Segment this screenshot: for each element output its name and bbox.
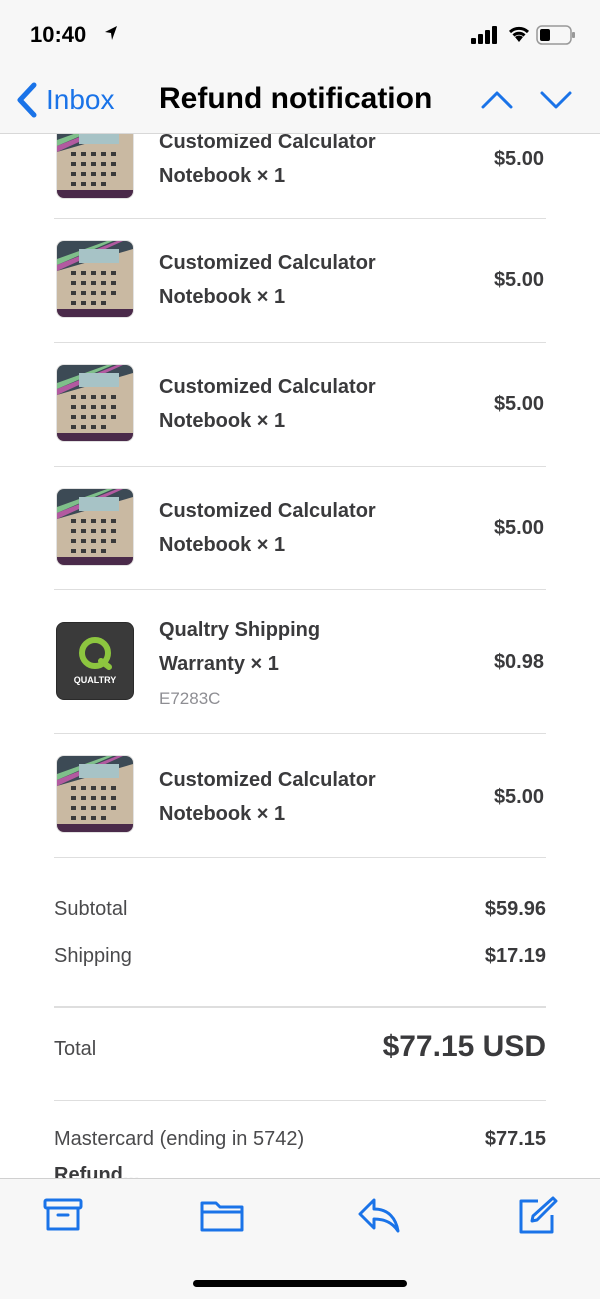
list-item: QUALTRY Qualtry Shipping Warranty × 1 E7…	[54, 589, 546, 734]
qualtry-logo: QUALTRY	[57, 623, 133, 699]
list-item: Customized Calculator Notebook × 1 $5.00	[54, 134, 546, 219]
product-price: $5.00	[493, 786, 544, 808]
product-thumbnail: QUALTRY	[56, 622, 134, 700]
product-name-line2: Notebook × 1	[159, 534, 286, 556]
product-name-line1: Customized Calculator	[159, 252, 376, 274]
product-name: Customized Calculator Notebook × 1	[159, 246, 429, 314]
calculator-notebook-image	[57, 489, 133, 565]
calculator-notebook-image	[57, 134, 133, 198]
status-time: 10:40	[30, 22, 87, 47]
divider	[54, 1100, 546, 1101]
product-name-line1: Customized Calculator	[159, 500, 376, 522]
product-thumbnail	[56, 134, 134, 199]
product-name: Customized Calculator Notebook × 1	[159, 370, 429, 438]
reply-icon[interactable]	[356, 1195, 402, 1235]
cellular-signal-icon	[471, 26, 497, 44]
shipping-label: Shipping	[54, 945, 132, 967]
payment-method-label: Mastercard (ending in 5742)	[54, 1128, 305, 1150]
total-label: Total	[54, 1038, 97, 1060]
email-body[interactable]: Customized Calculator Notebook × 1 $5.00	[0, 134, 600, 1178]
product-name: Qualtry Shipping Warranty × 1	[159, 613, 429, 681]
navigation-bar: Inbox Refund notification	[0, 70, 600, 134]
product-name-line2: Notebook × 1	[159, 803, 286, 825]
chevron-left-icon	[17, 82, 37, 118]
battery-icon	[536, 25, 575, 45]
list-item: Customized Calculator Notebook × 1 $5.00	[54, 733, 546, 858]
back-to-inbox-button[interactable]: Inbox	[16, 80, 115, 120]
total-value: $77.15 USD	[382, 1030, 546, 1063]
list-item: Customized Calculator Notebook × 1 $5.00	[54, 466, 546, 590]
divider	[54, 1006, 546, 1008]
calculator-notebook-image	[57, 756, 133, 832]
shipping-value: $17.19	[484, 945, 546, 967]
product-thumbnail	[56, 364, 134, 442]
payment-value: $77.15	[484, 1128, 546, 1150]
product-name: Customized Calculator Notebook × 1	[159, 134, 429, 193]
refund-label-partial: Refund...	[54, 1164, 140, 1178]
subtotal-row: Subtotal $59.96	[54, 898, 546, 928]
calculator-notebook-image	[57, 365, 133, 441]
product-name-line1: Qualtry Shipping	[159, 619, 321, 641]
product-price: $5.00	[493, 393, 544, 415]
page-title: Refund notification	[159, 82, 433, 115]
product-thumbnail	[56, 240, 134, 318]
compose-icon[interactable]	[516, 1195, 558, 1237]
list-item: Customized Calculator Notebook × 1 $5.00	[54, 218, 546, 343]
product-price: $5.00	[493, 517, 544, 539]
subtotal-value: $59.96	[484, 898, 546, 920]
product-name-line1: Customized Calculator	[159, 376, 376, 398]
next-message-icon[interactable]	[539, 85, 573, 115]
wifi-icon	[508, 26, 530, 42]
folder-icon[interactable]	[199, 1195, 245, 1235]
back-label: Inbox	[46, 84, 115, 115]
archive-icon[interactable]	[43, 1195, 83, 1235]
product-name-line2: Notebook × 1	[159, 286, 286, 308]
product-thumbnail	[56, 755, 134, 833]
payment-row: Mastercard (ending in 5742) $77.15	[54, 1128, 546, 1158]
product-name: Customized Calculator Notebook × 1	[159, 763, 429, 831]
product-name-line2: Notebook × 1	[159, 165, 286, 187]
previous-message-icon[interactable]	[480, 85, 514, 115]
product-name-line1: Customized Calculator	[159, 134, 376, 153]
product-name-line1: Customized Calculator	[159, 769, 376, 791]
product-price: $5.00	[493, 269, 544, 291]
home-indicator[interactable]	[193, 1280, 407, 1287]
location-arrow-icon	[105, 26, 117, 40]
product-thumbnail	[56, 488, 134, 566]
product-name: Customized Calculator Notebook × 1	[159, 494, 429, 562]
subtotal-label: Subtotal	[54, 898, 128, 920]
calculator-notebook-image	[57, 241, 133, 317]
product-price: $0.98	[493, 651, 544, 673]
product-name-line2: Notebook × 1	[159, 410, 286, 432]
qualtry-logo-text: QUALTRY	[74, 675, 117, 685]
product-name-line2: Warranty × 1	[159, 653, 279, 675]
product-price: $5.00	[493, 148, 544, 170]
shipping-row: Shipping $17.19	[54, 945, 546, 975]
product-sku: E7283C	[159, 689, 221, 708]
status-bar: 10:40	[0, 0, 600, 70]
list-item: Customized Calculator Notebook × 1 $5.00	[54, 342, 546, 467]
